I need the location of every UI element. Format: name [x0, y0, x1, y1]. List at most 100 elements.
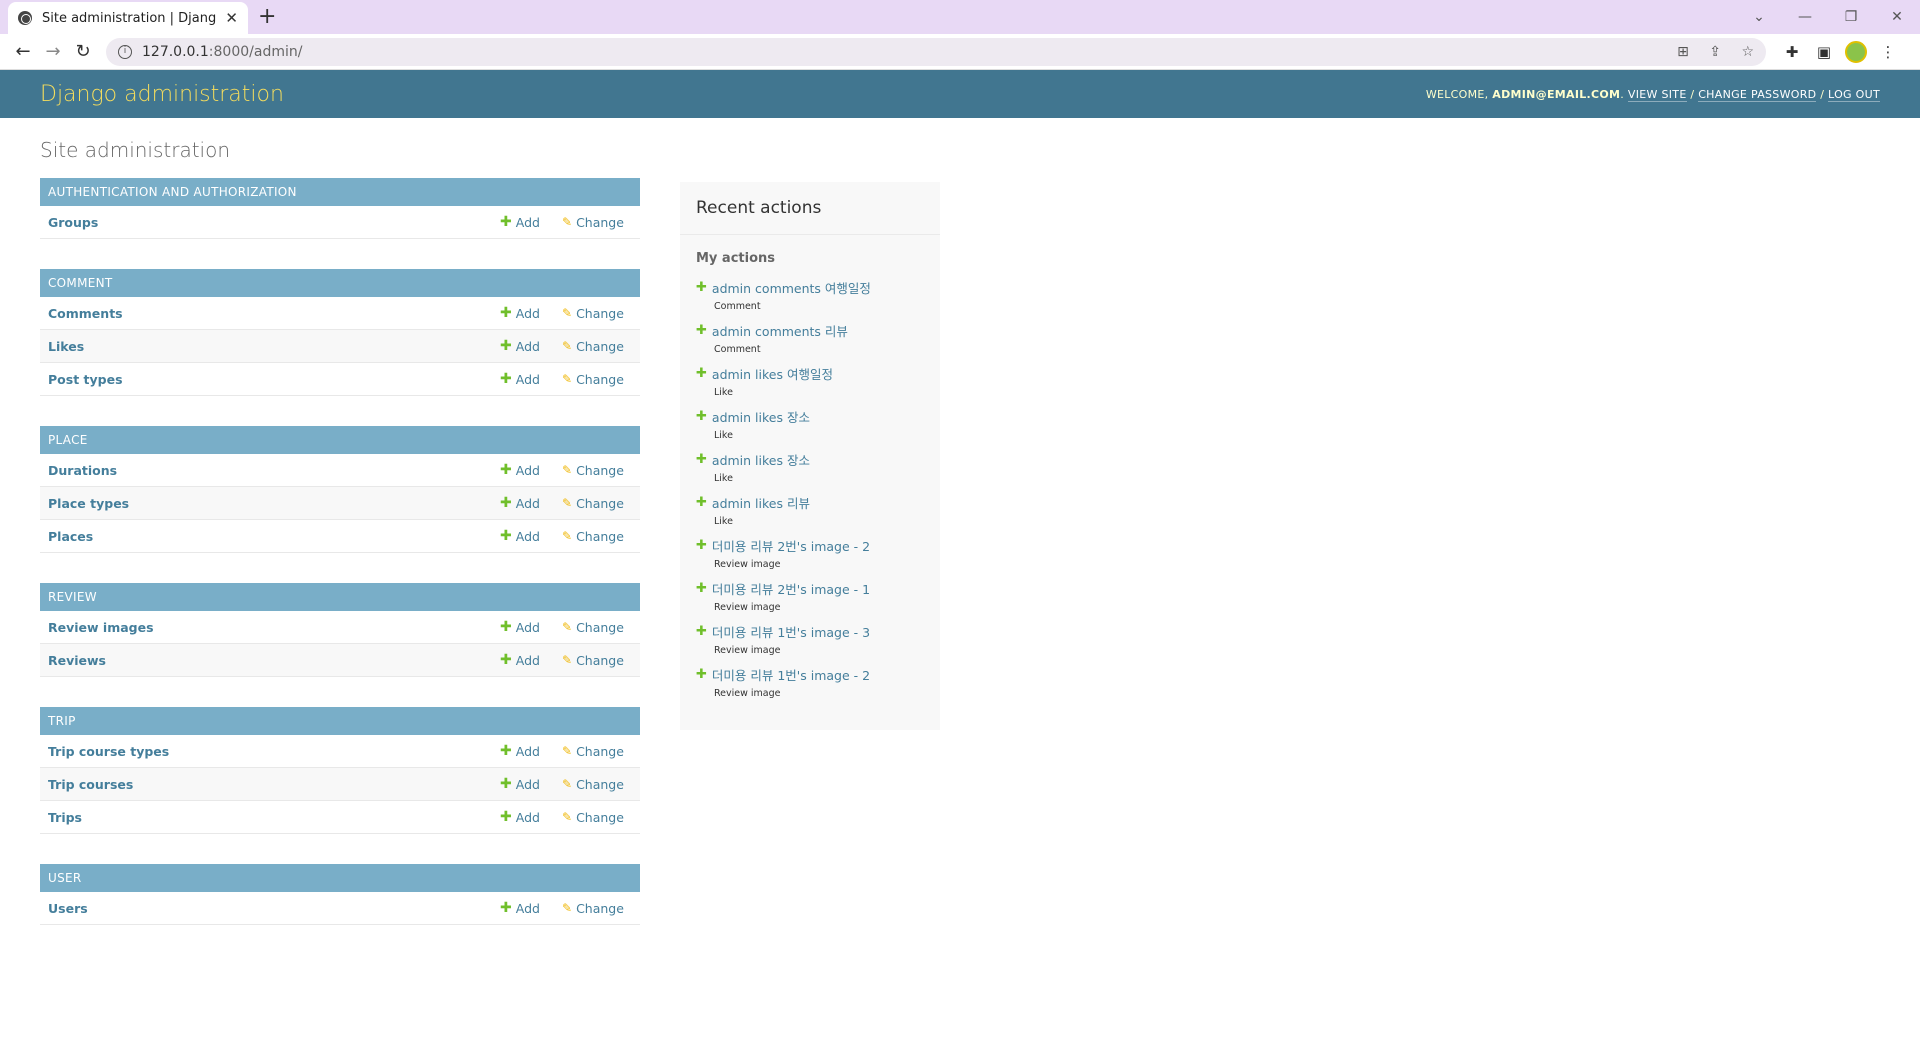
action-object-link[interactable]: admin likes 장소: [712, 450, 810, 469]
main-content: Site administration Authentication and A…: [0, 118, 1920, 975]
minimize-icon[interactable]: —: [1782, 9, 1828, 25]
action-object-link[interactable]: 더미용 리뷰 2번's image - 1: [712, 579, 870, 598]
add-link[interactable]: ✚ Add: [500, 619, 562, 635]
change-link[interactable]: ✎ Change: [562, 372, 632, 387]
model-link[interactable]: Groups: [48, 215, 500, 230]
change-link[interactable]: ✎ Change: [562, 777, 632, 792]
page-title: Site administration: [40, 138, 231, 162]
translate-icon[interactable]: ⊞: [1677, 44, 1689, 60]
action-object-link[interactable]: admin likes 여행일정: [712, 364, 833, 383]
change-link[interactable]: ✎ Change: [562, 901, 632, 916]
add-link[interactable]: ✚ Add: [500, 743, 562, 759]
model-link[interactable]: Durations: [48, 463, 500, 478]
model-row-place-types: Place types ✚ Add ✎ Change: [40, 487, 640, 520]
profile-avatar[interactable]: [1845, 40, 1867, 63]
forward-icon[interactable]: →: [38, 41, 68, 62]
action-object-link[interactable]: 더미용 리뷰 2번's image - 2: [712, 536, 870, 555]
module-caption[interactable]: Review: [40, 583, 640, 611]
module-caption[interactable]: Trip: [40, 707, 640, 735]
add-label: Add: [515, 776, 540, 792]
model-row-trips: Trips ✚ Add ✎ Change: [40, 801, 640, 834]
model-link[interactable]: Users: [48, 901, 500, 916]
action-object-link[interactable]: 더미용 리뷰 1번's image - 3: [712, 622, 870, 641]
action-content-type: Review image: [714, 688, 781, 699]
model-link[interactable]: Trip course types: [48, 744, 500, 759]
add-link[interactable]: ✚ Add: [500, 371, 562, 387]
change-link[interactable]: ✎ Change: [562, 529, 632, 544]
site-info-icon[interactable]: i: [118, 44, 132, 59]
add-link[interactable]: ✚ Add: [500, 462, 562, 478]
model-row-users: Users ✚ Add ✎ Change: [40, 892, 640, 925]
action-object-link[interactable]: 더미용 리뷰 1번's image - 2: [712, 665, 870, 684]
add-icon: ✚: [500, 338, 512, 354]
log-out-link[interactable]: Log out: [1828, 87, 1880, 102]
close-tab-icon[interactable]: ✕: [225, 9, 238, 27]
change-link[interactable]: ✎ Change: [562, 653, 632, 668]
add-link[interactable]: ✚ Add: [500, 305, 562, 321]
side-panel-icon[interactable]: ▣: [1808, 43, 1840, 61]
restore-icon[interactable]: ❐: [1828, 9, 1874, 25]
action-content-type: Like: [714, 516, 733, 527]
change-link[interactable]: ✎ Change: [562, 620, 632, 635]
action-object-link[interactable]: admin comments 리뷰: [712, 321, 848, 340]
change-link[interactable]: ✎ Change: [562, 306, 632, 321]
model-link[interactable]: Reviews: [48, 653, 500, 668]
model-row-post-types: Post types ✚ Add ✎ Change: [40, 363, 640, 396]
add-icon: ✚: [500, 652, 512, 668]
change-password-link[interactable]: Change password: [1698, 87, 1817, 102]
pencil-icon: ✎: [562, 744, 573, 758]
add-link[interactable]: ✚ Add: [500, 776, 562, 792]
model-link[interactable]: Review images: [48, 620, 500, 635]
add-icon: ✚: [500, 371, 512, 387]
change-link[interactable]: ✎ Change: [562, 463, 632, 478]
change-link[interactable]: ✎ Change: [562, 810, 632, 825]
action-content-type: Like: [714, 430, 733, 441]
recent-action-item: ✚ 더미용 리뷰 1번's image - 3 Review image: [680, 620, 940, 663]
module-caption[interactable]: Authentication and Authorization: [40, 178, 640, 206]
back-icon[interactable]: ←: [8, 41, 38, 62]
add-link[interactable]: ✚ Add: [500, 528, 562, 544]
reload-icon[interactable]: ↻: [68, 41, 98, 62]
new-tab-icon[interactable]: +: [258, 4, 276, 29]
module-caption[interactable]: Place: [40, 426, 640, 454]
change-link[interactable]: ✎ Change: [562, 339, 632, 354]
add-link[interactable]: ✚ Add: [500, 214, 562, 230]
action-object-link[interactable]: admin likes 장소: [712, 407, 810, 426]
add-link[interactable]: ✚ Add: [500, 652, 562, 668]
model-link[interactable]: Trips: [48, 810, 500, 825]
my-actions-title: My actions: [696, 251, 776, 266]
extensions-icon[interactable]: ✚: [1776, 43, 1808, 61]
window-controls: ⌄ — ❐ ✕: [1736, 0, 1920, 34]
share-icon[interactable]: ⇪: [1709, 44, 1721, 60]
change-label: Change: [576, 462, 624, 478]
view-site-link[interactable]: View site: [1627, 87, 1687, 102]
bookmark-star-icon[interactable]: ☆: [1741, 44, 1754, 60]
module-caption[interactable]: Comment: [40, 269, 640, 297]
model-link[interactable]: Comments: [48, 306, 500, 321]
model-link[interactable]: Post types: [48, 372, 500, 387]
add-link[interactable]: ✚ Add: [500, 338, 562, 354]
change-link[interactable]: ✎ Change: [562, 215, 632, 230]
change-label: Change: [576, 743, 624, 759]
model-link[interactable]: Places: [48, 529, 500, 544]
change-link[interactable]: ✎ Change: [562, 496, 632, 511]
pencil-icon: ✎: [562, 810, 573, 824]
action-object-link[interactable]: admin comments 여행일정: [712, 278, 871, 297]
menu-icon[interactable]: ⋮: [1872, 43, 1904, 61]
browser-tab[interactable]: Site administration | Django site admin …: [8, 2, 248, 34]
model-link[interactable]: Likes: [48, 339, 500, 354]
site-branding[interactable]: Django administration: [40, 82, 284, 107]
address-bar[interactable]: i 127.0.0.1:8000/admin/ ⊞ ⇪ ☆: [106, 37, 1766, 66]
action-object-link[interactable]: admin likes 리뷰: [712, 493, 810, 512]
model-link[interactable]: Trip courses: [48, 777, 500, 792]
model-link[interactable]: Place types: [48, 496, 500, 511]
module-caption[interactable]: User: [40, 864, 640, 892]
add-link[interactable]: ✚ Add: [500, 900, 562, 916]
close-window-icon[interactable]: ✕: [1874, 9, 1920, 25]
add-link[interactable]: ✚ Add: [500, 495, 562, 511]
add-link[interactable]: ✚ Add: [500, 809, 562, 825]
tab-search-icon[interactable]: ⌄: [1736, 9, 1782, 25]
pencil-icon: ✎: [562, 777, 573, 791]
change-link[interactable]: ✎ Change: [562, 744, 632, 759]
pencil-icon: ✎: [562, 339, 573, 353]
